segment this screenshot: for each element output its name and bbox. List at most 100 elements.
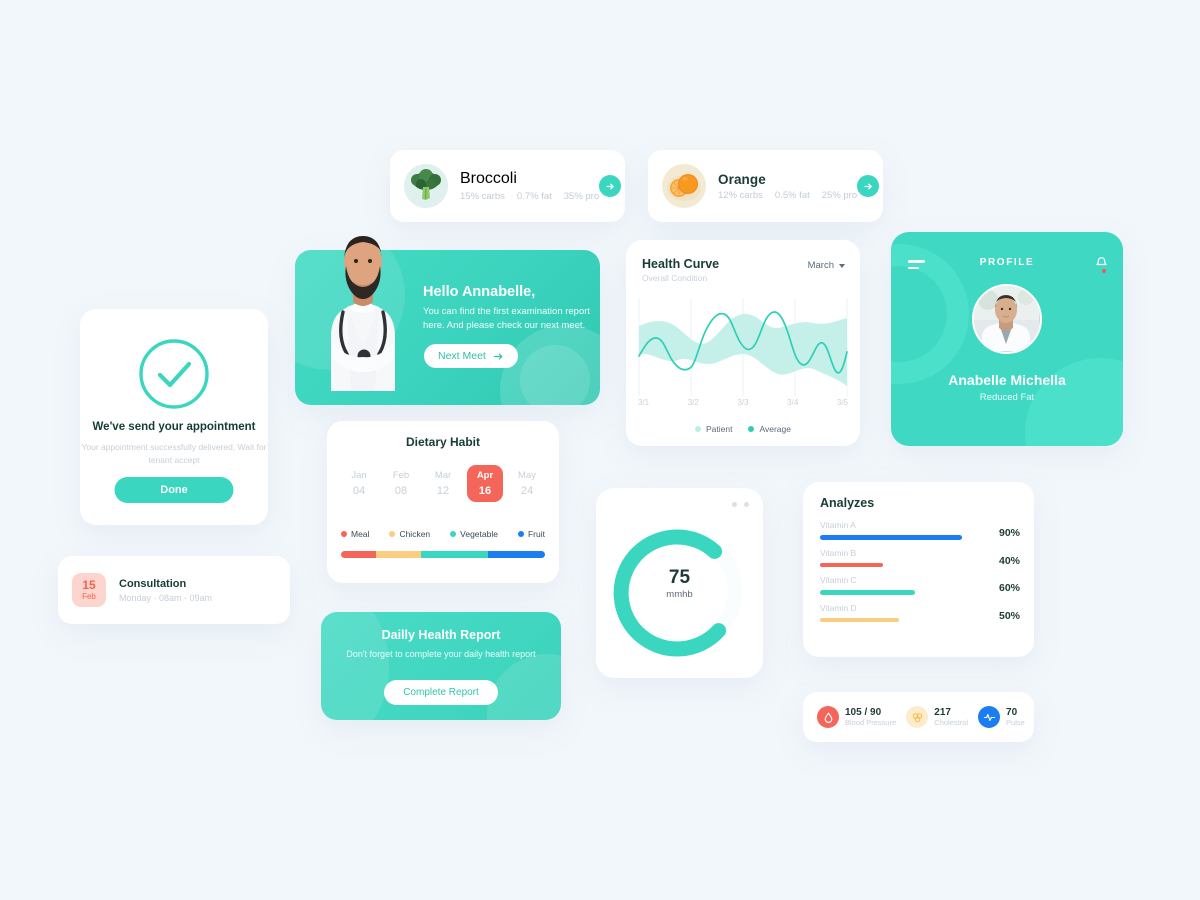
orange-image [662,164,706,208]
analyze-label: Vitamin C [820,575,857,585]
legend-swatch [341,531,347,537]
food-fat: 0.5% fat [774,189,810,201]
vital-value: 217 [934,707,951,718]
month-option-mar[interactable]: Mar 12 [425,465,461,502]
health-curve-title: Health Curve [642,257,720,271]
dietary-title: Dietary Habit [405,435,481,449]
dietary-stacked-bar [341,551,545,558]
cholesterol-icon [906,706,929,728]
dietary-legend: Meal Chicken Vegetable Fruit [341,529,545,539]
month-label: Apr [476,470,494,481]
chart-legend: Patient Average [626,424,860,434]
legend-swatch [748,426,755,432]
pulse-icon [978,706,1001,728]
analyze-row-vitamin-d: Vitamin D 50% [820,602,1020,622]
vitals-strip: 105 / 90 Blood Pressure 217 Cholestrol 7… [803,692,1034,742]
analyze-percent: 90% [998,527,1020,539]
analyze-track [820,562,978,567]
notification-dot [1102,269,1106,273]
complete-report-button[interactable]: Complete Report [384,680,498,705]
food-macros: 15% carbs 0.7% fat 35% pro [460,191,599,202]
month-option-feb[interactable]: Feb 08 [383,465,419,502]
food-fat: 0.7% fat [516,191,552,202]
analyze-track [820,535,978,540]
legend-swatch [389,531,396,537]
check-circle-icon [139,339,209,409]
food-card-broccoli[interactable]: Broccoli 15% carbs 0.7% fat 35% pro [390,150,625,222]
next-meet-button[interactable]: Next Meet [424,344,518,368]
vital-label: Cholestrol [934,718,969,727]
legend-swatch [695,426,701,432]
analyzes-list: Vitamin A 90% Vitamin B 40% Vitamin C 60… [820,520,1020,630]
month-day: 12 [436,485,450,497]
month-option-may[interactable]: May 24 [509,465,545,502]
go-arrow-icon[interactable] [599,175,622,197]
analyze-percent: 40% [998,554,1020,567]
month-label: Feb [392,470,410,481]
food-card-orange[interactable]: Orange 12% carbs 0.5% fat 25% pro [648,150,883,222]
gauge-unit: mmhb [666,589,693,600]
month-day: 24 [520,485,534,497]
gauge-card: 75 mmhb [596,488,763,678]
badge-day: 15 [82,578,96,593]
legend-item-patient: Patient [695,424,732,434]
vital-label: Pulse [1006,718,1025,727]
legend-item-chicken: Chicken [389,529,430,539]
legend-item-fruit: Fruit [517,529,545,539]
analyze-percent: 60% [998,582,1020,594]
analyze-row-vitamin-c: Vitamin C 60% [820,575,1020,595]
legend-item-meal: Meal [341,529,369,539]
legend-label: Chicken [399,529,431,539]
month-option-jan[interactable]: Jan 04 [341,465,377,502]
consultation-card[interactable]: 15 Feb Consultation Monday · 08am - 09am [58,556,290,624]
broccoli-image [404,164,448,208]
food-info: Broccoli 15% carbs 0.7% fat 35% pro [460,170,599,202]
food-protein: 35% pro [563,191,600,202]
legend-label: Average [759,424,791,434]
daily-report-subtitle: Don't forget to complete your daily heal… [346,649,536,659]
vital-cholesterol: 217 Cholestrol [906,706,968,728]
food-protein: 25% pro [821,189,858,201]
month-label: May [518,470,536,481]
health-curve-subtitle: Overall Condition [642,273,708,283]
done-button[interactable]: Done [114,477,234,503]
analyzes-card: Analyzes Vitamin A 90% Vitamin B 40% Vit… [803,482,1034,657]
analyze-label: Vitamin B [820,547,857,558]
health-curve-plot [638,298,848,396]
dashboard-canvas: Broccoli 15% carbs 0.7% fat 35% pro Oran… [0,0,1200,900]
legend-label: Vegetable [460,529,498,539]
analyze-fill [820,590,915,595]
daily-report-title: Dailly Health Report [381,628,501,642]
gauge-value: 75 [668,567,691,588]
food-name: Broccoli [460,170,517,187]
analyzes-title: Analyzes [820,496,875,510]
month-day: 04 [352,485,366,497]
legend-item-vegetable: Vegetable [450,529,498,539]
analyze-label: Vitamin D [820,602,857,613]
bar-segment-fruit [487,551,545,558]
analyze-track [820,617,978,622]
vital-value: 105 / 90 [845,707,882,718]
month-option-apr[interactable]: Apr 16 [467,465,503,502]
legend-item-average: Average [748,424,791,434]
x-tick: 3/4 [787,398,799,407]
month-value: March [807,260,834,271]
go-arrow-icon[interactable] [857,175,880,197]
food-macros: 12% carbs 0.5% fat 25% pro [718,190,857,201]
dietary-habit-card: Dietary Habit Jan 04 Feb 08 Mar 12 Apr 1… [327,421,559,583]
food-carbs: 15% carbs [460,191,505,202]
analyze-track [820,590,978,595]
x-tick: 3/3 [737,398,749,407]
profile-title: PROFILE [979,257,1035,268]
doctor-portrait [331,236,395,391]
analyze-row-vitamin-a: Vitamin A 90% [820,520,1020,540]
analyze-label: Vitamin A [820,520,856,530]
legend-label: Meal [351,529,370,539]
analyze-percent: 50% [998,609,1020,622]
consultation-meta: Monday · 08am - 09am [119,592,213,603]
food-name: Orange [718,171,766,187]
x-tick: 3/2 [687,398,699,407]
month-selector[interactable]: March [808,260,845,271]
avatar [972,284,1042,354]
x-tick: 3/5 [836,398,848,407]
